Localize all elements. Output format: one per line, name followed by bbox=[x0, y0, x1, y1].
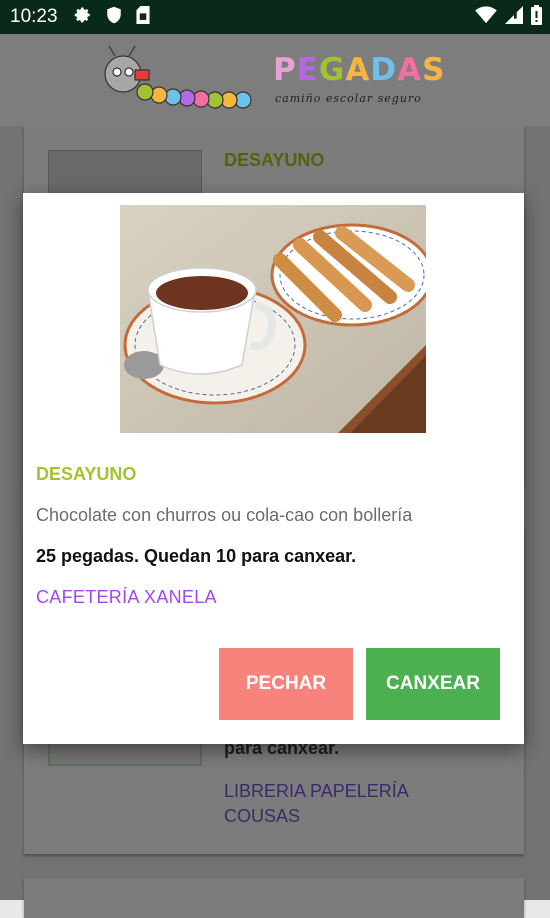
reward-card-title: DESAYUNO bbox=[224, 150, 325, 170]
signal-icon bbox=[505, 5, 523, 29]
reward-detail-dialog: DESAYUNO Chocolate con churros ou cola-c… bbox=[23, 193, 524, 744]
chocolate-churros-image bbox=[120, 205, 426, 433]
shield-icon bbox=[106, 6, 122, 29]
reward-card-place-line1[interactable]: LIBRERIA PAPELERÍA bbox=[224, 779, 409, 804]
battery-icon bbox=[531, 4, 542, 30]
redeem-button[interactable]: CANXEAR bbox=[366, 648, 500, 720]
sim-card-icon bbox=[136, 5, 150, 29]
reward-place-link[interactable]: CAFETERÍA XANELA bbox=[36, 587, 217, 608]
brand-letter: A bbox=[397, 52, 423, 88]
wifi-icon bbox=[475, 5, 497, 29]
brand-wordmark: PEGADAS bbox=[273, 52, 445, 88]
brand-letter: A bbox=[345, 52, 371, 88]
status-bar: 10:23 bbox=[0, 0, 550, 34]
status-time: 10:23 bbox=[10, 6, 58, 27]
close-button[interactable]: PECHAR bbox=[219, 648, 353, 720]
app-header: PEGADAS camiño escolar seguro bbox=[0, 34, 550, 126]
reward-description: Chocolate con churros ou cola-cao con bo… bbox=[36, 505, 413, 525]
reward-card[interactable] bbox=[24, 878, 524, 918]
reward-photo bbox=[120, 205, 426, 433]
brand-letter: P bbox=[273, 52, 297, 88]
brand-letter: G bbox=[318, 52, 346, 88]
reward-title: DESAYUNO bbox=[36, 464, 137, 484]
reward-points-text: 25 pegadas. Quedan 10 para canxear. bbox=[36, 546, 357, 566]
reward-card-place-line2[interactable]: COUSAS bbox=[224, 804, 300, 829]
brand-letter: S bbox=[422, 52, 446, 88]
brand-letter: D bbox=[370, 52, 398, 88]
caterpillar-logo-icon bbox=[104, 45, 252, 109]
brand-letter: E bbox=[296, 52, 319, 88]
gear-icon bbox=[74, 6, 92, 29]
brand-tagline: camiño escolar seguro bbox=[275, 92, 422, 105]
app-logo: PEGADAS camiño escolar seguro bbox=[95, 40, 455, 120]
